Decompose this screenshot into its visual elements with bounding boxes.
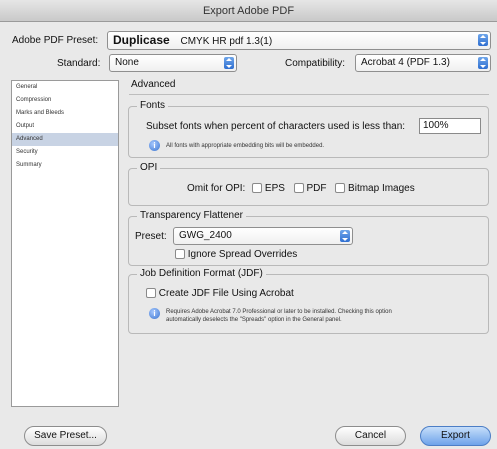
compatibility-value: Acrobat 4 (PDF 1.3) xyxy=(361,57,450,68)
save-preset-button[interactable]: Save Preset... xyxy=(24,426,107,446)
info-icon: i xyxy=(149,140,160,151)
bitmap-images-label: Bitmap Images xyxy=(348,183,415,194)
jdf-note: Requires Adobe Acrobat 7.0 Professional … xyxy=(166,308,392,324)
cancel-button[interactable]: Cancel xyxy=(335,426,406,446)
preset-popup[interactable]: Duplicase CMYK HR pdf 1.3(1) xyxy=(107,31,491,50)
sidebar-item-general[interactable]: General xyxy=(12,81,118,94)
eps-checkbox[interactable] xyxy=(252,183,263,194)
ignore-spread-row: Ignore Spread Overrides xyxy=(175,249,297,261)
standard-popup[interactable]: None xyxy=(109,54,237,72)
sidebar-item-advanced[interactable]: Advanced xyxy=(12,133,118,146)
preset-label: Adobe PDF Preset: xyxy=(12,35,99,46)
compatibility-label: Compatibility: xyxy=(285,58,346,69)
fonts-note: All fonts with appropriate embedding bit… xyxy=(166,143,325,149)
opi-group-title: OPI xyxy=(137,162,161,173)
standard-value: None xyxy=(115,57,139,68)
pdf-label: PDF xyxy=(306,183,327,194)
jdf-note-line-2: automatically deselects the "Spreads" op… xyxy=(166,317,342,323)
ignore-spread-overrides-label: Ignore Spread Overrides xyxy=(187,249,298,260)
subset-fonts-label: Subset fonts when percent of characters … xyxy=(146,121,406,132)
chevron-updown-icon xyxy=(224,57,234,69)
window-title: Export Adobe PDF xyxy=(0,0,497,22)
flattener-preset-label: Preset: xyxy=(135,231,167,242)
bitmap-images-checkbox[interactable] xyxy=(335,183,346,194)
dialog-body: Adobe PDF Preset: Duplicase CMYK HR pdf … xyxy=(0,22,497,449)
eps-label: EPS xyxy=(264,183,285,194)
create-jdf-row: Create JDF File Using Acrobat xyxy=(146,288,294,300)
create-jdf-label: Create JDF File Using Acrobat xyxy=(158,288,294,299)
info-icon: i xyxy=(149,308,160,319)
ignore-spread-overrides-checkbox[interactable] xyxy=(175,249,185,260)
fonts-group-title: Fonts xyxy=(137,100,169,111)
jdf-group: Job Definition Format (JDF) Create JDF F… xyxy=(128,268,489,334)
chevron-updown-icon xyxy=(478,34,488,46)
pane-title: Advanced xyxy=(131,79,176,90)
omit-for-opi-label: Omit for OPI: xyxy=(187,183,246,194)
sidebar-item-output[interactable]: Output xyxy=(12,120,118,133)
sidebar-item-summary[interactable]: Summary xyxy=(12,159,118,172)
jdf-group-title: Job Definition Format (JDF) xyxy=(137,268,266,279)
sidebar-item-marks-and-bleeds[interactable]: Marks and Bleeds xyxy=(12,107,118,120)
create-jdf-checkbox[interactable] xyxy=(146,288,156,299)
opi-group: OPI Omit for OPI: EPS PDF Bitmap Images xyxy=(128,162,489,206)
pane-divider xyxy=(129,94,489,95)
compatibility-popup[interactable]: Acrobat 4 (PDF 1.3) xyxy=(355,54,491,72)
fonts-group: Fonts Subset fonts when percent of chara… xyxy=(128,100,489,158)
transparency-flattener-group: Transparency Flattener Preset: GWG_2400 … xyxy=(128,210,489,266)
flattener-preset-value: GWG_2400 xyxy=(179,230,232,241)
preset-name: Duplicase xyxy=(113,33,170,47)
sidebar-list: General Compression Marks and Bleeds Out… xyxy=(11,80,119,407)
sidebar-item-compression[interactable]: Compression xyxy=(12,94,118,107)
flattener-preset-popup[interactable]: GWG_2400 xyxy=(173,227,353,245)
preset-detail: CMYK HR pdf 1.3(1) xyxy=(180,36,273,47)
export-button[interactable]: Export xyxy=(420,426,491,446)
opi-row: Omit for OPI: EPS PDF Bitmap Images xyxy=(187,183,415,195)
transparency-group-title: Transparency Flattener xyxy=(137,210,247,221)
jdf-note-line-1: Requires Adobe Acrobat 7.0 Professional … xyxy=(166,309,392,315)
subset-percent-field[interactable]: 100% xyxy=(419,118,481,134)
standard-label: Standard: xyxy=(57,58,101,69)
sidebar-item-security[interactable]: Security xyxy=(12,146,118,159)
chevron-updown-icon xyxy=(478,57,488,69)
pdf-checkbox[interactable] xyxy=(293,183,304,194)
chevron-updown-icon xyxy=(340,230,350,242)
